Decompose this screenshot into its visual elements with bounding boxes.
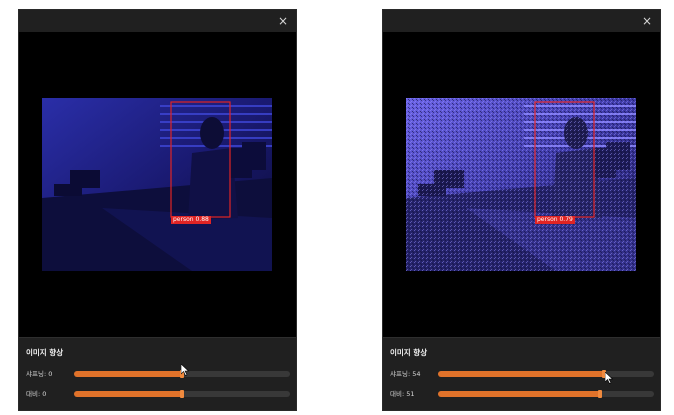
contrast-slider[interactable] [74, 390, 290, 398]
slider-fill [438, 391, 600, 397]
sharpness-row: 샤프닝: 54 [390, 368, 654, 380]
image-preview-window-left: × person 0.88 이미지 향상 샤프닝: 0 대비: 0 [18, 9, 297, 411]
image-preview-window-right: × person 0.79 이미지 향상 샤프닝: 54 대비: 51 [382, 9, 661, 411]
camera-frame-image: person 0.79 [406, 98, 636, 271]
image-viewer: person 0.79 [383, 32, 660, 338]
camera-frame-image: person 0.88 [42, 98, 272, 271]
title-bar: × [383, 10, 660, 33]
contrast-row: 대비: 0 [26, 388, 290, 400]
panel-title: 이미지 향상 [390, 348, 428, 357]
detection-label: person 0.79 [535, 216, 575, 224]
mouse-pointer-icon [181, 364, 189, 376]
title-bar: × [19, 10, 296, 33]
sharpness-label: 샤프닝: 0 [26, 370, 53, 378]
contrast-slider[interactable] [438, 390, 654, 398]
slider-fill [74, 391, 182, 397]
detection-label: person 0.88 [171, 216, 211, 224]
contrast-label: 대비: 0 [26, 390, 47, 398]
contrast-label: 대비: 51 [390, 390, 415, 398]
slider-thumb[interactable] [598, 390, 602, 398]
slider-thumb[interactable] [180, 390, 184, 398]
image-enhance-panel: 이미지 향상 샤프닝: 54 대비: 51 [383, 337, 660, 410]
close-icon[interactable]: × [638, 12, 656, 30]
contrast-row: 대비: 51 [390, 388, 654, 400]
slider-fill [438, 371, 605, 377]
sharpness-label: 샤프닝: 54 [390, 370, 421, 378]
image-viewer: person 0.88 [19, 32, 296, 338]
mouse-pointer-icon [605, 372, 613, 384]
slider-fill [74, 371, 182, 377]
sharpness-row: 샤프닝: 0 [26, 368, 290, 380]
image-enhance-panel: 이미지 향상 샤프닝: 0 대비: 0 [19, 337, 296, 410]
sharpness-slider[interactable] [438, 370, 654, 378]
panel-title: 이미지 향상 [26, 348, 64, 357]
close-icon[interactable]: × [274, 12, 292, 30]
